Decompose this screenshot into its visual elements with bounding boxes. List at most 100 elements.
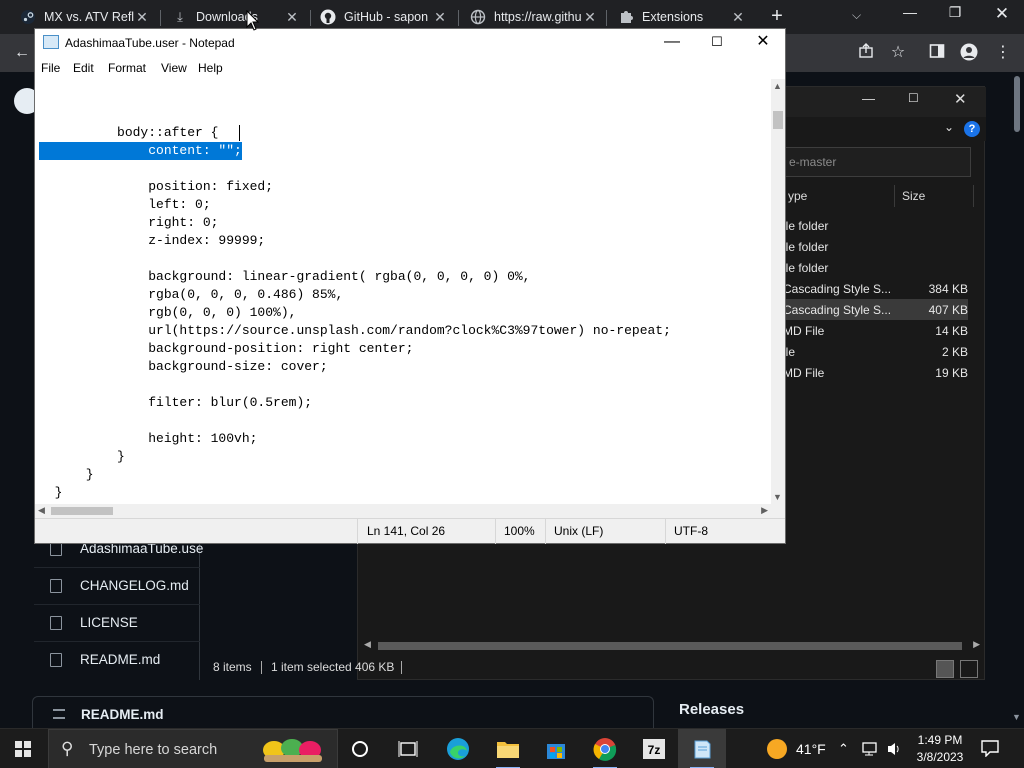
scroll-up-arrow-icon[interactable]: ▲ bbox=[773, 81, 782, 91]
tab-downloads[interactable]: ⤓ Downloads ✕ bbox=[164, 4, 308, 30]
close-icon[interactable]: ✕ bbox=[432, 9, 448, 26]
tab-raw-github[interactable]: https://raw.githu ✕ bbox=[462, 4, 606, 30]
chevron-down-icon[interactable]: ⌵ bbox=[852, 8, 861, 23]
table-row[interactable]: ile 2 KB bbox=[758, 341, 968, 362]
list-item[interactable]: README.md bbox=[34, 641, 200, 677]
page-scrollbar[interactable]: ▼ bbox=[1010, 72, 1024, 728]
code-line[interactable]: } bbox=[39, 448, 125, 466]
side-panel-icon[interactable] bbox=[927, 43, 947, 63]
code-line[interactable]: filter: blur(0.5rem); bbox=[39, 394, 312, 412]
volume-icon[interactable] bbox=[886, 741, 904, 768]
code-line[interactable]: background: linear-gradient( rgba(0, 0, … bbox=[39, 268, 530, 286]
code-line[interactable]: right: 0; bbox=[39, 214, 218, 232]
notepad-text-area[interactable]: body::after { content: ""; position: fix… bbox=[35, 79, 771, 504]
close-icon[interactable]: ✕ bbox=[730, 9, 746, 26]
code-line[interactable]: url(https://source.unsplash.com/random?c… bbox=[39, 322, 671, 340]
table-row[interactable]: ile folder bbox=[758, 215, 968, 236]
code-line[interactable]: rgba(0, 0, 0, 0.486) 85%, bbox=[39, 286, 343, 304]
code-line[interactable]: background-position: right center; bbox=[39, 340, 413, 358]
menu-view[interactable]: View bbox=[161, 61, 187, 75]
windows-start-icon[interactable] bbox=[15, 741, 31, 757]
help-icon[interactable]: ? bbox=[964, 121, 980, 137]
task-view-icon[interactable] bbox=[384, 729, 432, 768]
bookmark-star-icon[interactable]: ☆ bbox=[888, 43, 908, 63]
column-divider[interactable] bbox=[894, 185, 895, 207]
tab-mx-vs-atv[interactable]: MX vs. ATV Refle ✕ bbox=[12, 4, 158, 30]
menu-file[interactable]: File bbox=[41, 61, 60, 75]
edge-icon[interactable] bbox=[434, 729, 482, 768]
code-line[interactable]: height: 100vh; bbox=[39, 430, 257, 448]
code-line[interactable]: body::after { bbox=[39, 124, 218, 142]
maximize-icon[interactable]: ☐ bbox=[908, 91, 919, 105]
network-icon[interactable] bbox=[862, 741, 880, 768]
menu-format[interactable]: Format bbox=[108, 61, 146, 75]
menu-help[interactable]: Help bbox=[198, 61, 223, 75]
table-row[interactable]: Cascading Style S... 384 KB bbox=[758, 278, 968, 299]
notepad-horizontal-scrollbar[interactable]: ◀ ▶ bbox=[35, 504, 771, 518]
file-explorer-icon[interactable] bbox=[484, 729, 532, 768]
list-item[interactable]: LICENSE bbox=[34, 604, 200, 640]
close-icon[interactable]: ✕ bbox=[954, 90, 967, 108]
releases-heading[interactable]: Releases bbox=[679, 701, 744, 718]
notepad-vertical-scrollbar[interactable]: ▲ ▼ bbox=[771, 79, 785, 504]
7zip-icon[interactable]: 7z bbox=[630, 729, 678, 768]
back-arrow-icon[interactable]: ← bbox=[12, 43, 32, 63]
code-line[interactable]: z-index: 99999; bbox=[39, 232, 265, 250]
readme-title[interactable]: README.md bbox=[81, 707, 164, 722]
tab-github[interactable]: GitHub - sapon ✕ bbox=[312, 4, 456, 30]
menu-edit[interactable]: Edit bbox=[73, 61, 94, 75]
taskbar-search-box[interactable]: ⚲ Type here to search bbox=[48, 729, 338, 768]
close-icon[interactable]: ✕ bbox=[284, 9, 300, 26]
scrollbar-thumb[interactable] bbox=[51, 507, 113, 515]
new-tab-button[interactable]: + bbox=[766, 6, 788, 28]
maximize-icon[interactable]: ☐ bbox=[694, 29, 740, 57]
minimize-icon[interactable]: — bbox=[649, 29, 695, 57]
notepad-taskbar-icon[interactable] bbox=[678, 729, 726, 768]
clock[interactable]: 1:49 PM 3/8/2023 bbox=[912, 729, 968, 768]
weather-widget[interactable]: 41°F bbox=[764, 729, 832, 768]
chrome-icon[interactable] bbox=[581, 729, 629, 768]
restore-icon[interactable]: ❐ bbox=[935, 4, 975, 26]
table-row[interactable]: ile folder bbox=[758, 257, 968, 278]
scroll-down-arrow-icon[interactable]: ▼ bbox=[773, 492, 782, 502]
minimize-icon[interactable]: — bbox=[862, 91, 875, 106]
close-icon[interactable]: ✕ bbox=[134, 9, 150, 26]
scrollbar-thumb[interactable] bbox=[773, 111, 783, 129]
microsoft-store-icon[interactable] bbox=[532, 729, 580, 768]
scroll-left-arrow-icon[interactable]: ◀ bbox=[364, 639, 371, 650]
scroll-down-arrow-icon[interactable]: ▼ bbox=[1012, 712, 1021, 722]
scroll-right-arrow-icon[interactable]: ▶ bbox=[973, 639, 980, 650]
share-icon[interactable] bbox=[856, 43, 876, 63]
minimize-icon[interactable]: — bbox=[890, 4, 930, 26]
explorer-search-input[interactable]: e-master bbox=[768, 147, 971, 177]
more-menu-icon[interactable]: ⋮ bbox=[993, 43, 1013, 63]
list-icon[interactable] bbox=[53, 709, 65, 719]
scroll-right-arrow-icon[interactable]: ▶ bbox=[761, 505, 768, 516]
code-line[interactable]: position: fixed; bbox=[39, 178, 273, 196]
notification-icon[interactable] bbox=[980, 739, 1000, 768]
chevron-down-icon[interactable]: ⌄ bbox=[944, 120, 954, 134]
column-type[interactable]: ype bbox=[788, 189, 807, 203]
code-line[interactable]: rgb(0, 0, 0) 100%), bbox=[39, 304, 296, 322]
selected-code-line[interactable]: content: ""; bbox=[39, 142, 242, 160]
profile-icon[interactable] bbox=[959, 43, 979, 63]
large-icons-view-icon[interactable] bbox=[960, 660, 978, 678]
code-line[interactable]: } bbox=[39, 466, 94, 484]
cortana-icon[interactable] bbox=[336, 729, 384, 768]
explorer-horizontal-scrollbar[interactable]: ◀ ▶ bbox=[362, 639, 982, 653]
table-row[interactable]: Cascading Style S... 407 KB bbox=[758, 299, 968, 320]
list-item[interactable]: CHANGELOG.md bbox=[34, 567, 200, 603]
table-row[interactable]: MD File 19 KB bbox=[758, 362, 968, 383]
code-line[interactable]: left: 0; bbox=[39, 196, 210, 214]
close-window-icon[interactable]: ✕ bbox=[982, 4, 1022, 26]
code-line[interactable]: } bbox=[39, 484, 63, 502]
scrollbar-thumb[interactable] bbox=[378, 642, 962, 650]
column-size[interactable]: Size bbox=[902, 189, 925, 203]
code-line[interactable]: background-size: cover; bbox=[39, 358, 327, 376]
tab-extensions[interactable]: Extensions ✕ bbox=[610, 4, 754, 30]
details-view-icon[interactable] bbox=[936, 660, 954, 678]
close-icon[interactable]: ✕ bbox=[740, 29, 786, 57]
scroll-left-arrow-icon[interactable]: ◀ bbox=[38, 505, 45, 516]
close-icon[interactable]: ✕ bbox=[582, 9, 598, 26]
column-divider[interactable] bbox=[973, 185, 974, 207]
